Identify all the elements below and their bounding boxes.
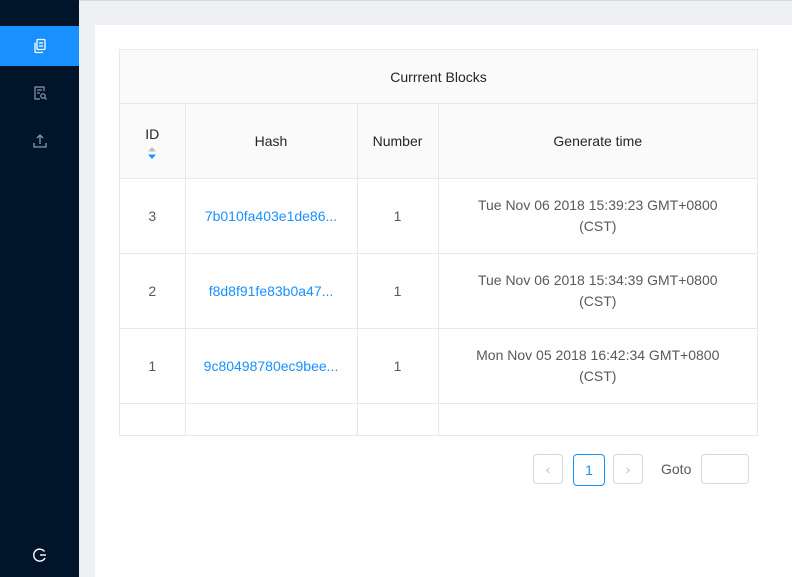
next-page-button[interactable]: ›: [613, 454, 643, 484]
nav-logout[interactable]: [0, 535, 79, 575]
main-panel: Currrent Blocks ID Hash Number Generate …: [95, 25, 792, 577]
header-divider: [79, 0, 792, 1]
hash-link[interactable]: 9c80498780ec9bee...: [204, 358, 339, 374]
cell-generate-time: Tue Nov 06 2018 15:39:23 GMT+0800 (CST): [438, 178, 757, 254]
table-row: 1 9c80498780ec9bee... 1 Mon Nov 05 2018 …: [120, 328, 757, 404]
nav-documents[interactable]: [0, 26, 79, 66]
nav-search-document[interactable]: [0, 73, 79, 113]
column-header-number: Number: [357, 103, 439, 179]
cell-generate-time: Tue Nov 06 2018 15:34:39 GMT+0800 (CST): [438, 253, 757, 329]
cell-id: 1: [120, 328, 186, 404]
blocks-table: Currrent Blocks ID Hash Number Generate …: [119, 49, 758, 436]
cell-id: 2: [120, 253, 186, 329]
nav-upload[interactable]: [0, 121, 79, 161]
cell-number: 1: [357, 328, 439, 404]
goto-input[interactable]: [701, 454, 749, 484]
table-row: 3 7b010fa403e1de86... 1 Tue Nov 06 2018 …: [120, 178, 757, 254]
pagination: ‹ 1 › Goto: [95, 453, 792, 486]
table-row: 2 f8d8f91fe83b0a47... 1 Tue Nov 06 2018 …: [120, 253, 757, 329]
cell-generate-time: Mon Nov 05 2018 16:42:34 GMT+0800 (CST): [438, 328, 757, 404]
sidebar: [0, 0, 79, 577]
page-1-button[interactable]: 1: [573, 454, 605, 486]
hash-link[interactable]: f8d8f91fe83b0a47...: [209, 283, 334, 299]
goto-label: Goto: [661, 461, 692, 477]
column-label-id: ID: [145, 126, 160, 142]
search-document-icon: [33, 86, 47, 100]
upload-icon: [32, 134, 47, 148]
hash-link[interactable]: 7b010fa403e1de86...: [205, 208, 337, 224]
table-title: Currrent Blocks: [120, 50, 757, 104]
column-header-hash: Hash: [185, 103, 358, 179]
logout-icon: [32, 548, 46, 562]
cell-number: 1: [357, 178, 439, 254]
cell-number: 1: [357, 253, 439, 329]
documents-icon: [33, 38, 46, 54]
column-header-generate-time: Generate time: [438, 103, 757, 179]
sort-icon[interactable]: [147, 147, 157, 159]
table-row-empty: [120, 403, 757, 436]
prev-page-button[interactable]: ‹: [533, 454, 563, 484]
column-header-id[interactable]: ID: [120, 103, 186, 179]
cell-id: 3: [120, 178, 186, 254]
